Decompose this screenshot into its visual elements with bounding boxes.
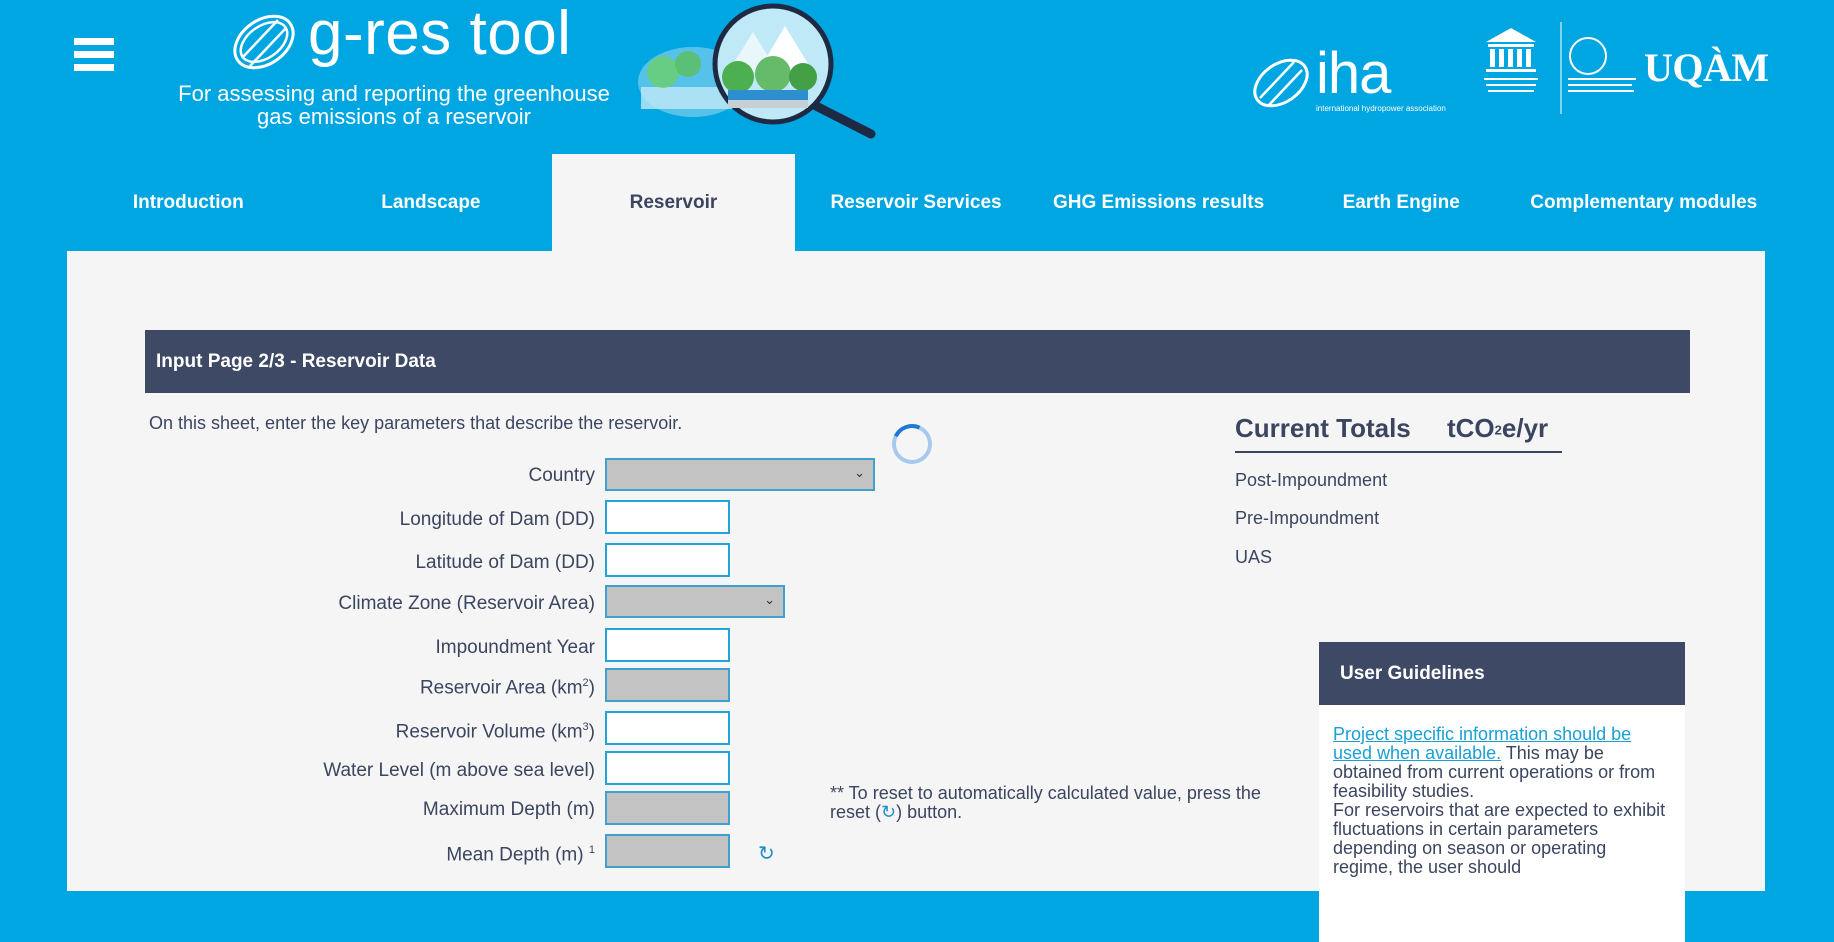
app-name: g-res tool xyxy=(308,0,572,68)
longitude-label: Longitude of Dam (DD) xyxy=(399,509,595,530)
max-depth-input[interactable] xyxy=(605,791,730,825)
country-select[interactable]: ⌄ xyxy=(605,458,875,491)
content-panel: Input Page 2/3 - Reservoir Data On this … xyxy=(67,251,1765,942)
impoundment-year-label: Impoundment Year xyxy=(435,637,595,658)
reset-inline-icon: ↻ xyxy=(881,802,897,822)
reservoir-area-input[interactable] xyxy=(605,668,730,702)
tab-reservoir-services[interactable]: Reservoir Services xyxy=(795,154,1038,251)
pre-impoundment-label: Pre-Impoundment xyxy=(1235,508,1380,528)
reset-note: ** To reset to automatically calculated … xyxy=(830,783,1261,822)
mean-depth-input[interactable] xyxy=(605,834,730,868)
tab-earth-engine[interactable]: Earth Engine xyxy=(1280,154,1523,251)
totals-unit: tCO2e/yr xyxy=(1447,413,1549,443)
longitude-input[interactable] xyxy=(605,500,730,534)
mean-depth-label: Mean Depth (m) 1 xyxy=(446,844,595,866)
iha-logo[interactable]: iha international hydropower association xyxy=(1248,41,1463,118)
main-tabs: Introduction Landscape Reservoir Reservo… xyxy=(67,154,1765,251)
section-intro: On this sheet, enter the key parameters … xyxy=(149,413,683,433)
tab-landscape[interactable]: Landscape xyxy=(310,154,553,251)
tab-complementary-modules[interactable]: Complementary modules xyxy=(1522,154,1765,251)
latitude-label: Latitude of Dam (DD) xyxy=(415,552,595,573)
climate-zone-label: Climate Zone (Reservoir Area) xyxy=(338,593,595,614)
chevron-down-icon: ⌄ xyxy=(854,465,865,480)
current-totals-header: Current Totals tCO2e/yr xyxy=(1235,413,1562,453)
reservoir-magnifier-illustration xyxy=(633,2,913,140)
uas-label: UAS xyxy=(1235,547,1273,567)
country-label: Country xyxy=(528,465,595,486)
loading-spinner-icon xyxy=(886,418,938,470)
water-level-label: Water Level (m above sea level) xyxy=(323,760,595,781)
latitude-input[interactable] xyxy=(605,543,730,577)
reservoir-volume-label: Reservoir Volume (km3) xyxy=(395,721,595,743)
impoundment-year-input[interactable] xyxy=(605,628,730,662)
g-res-logo[interactable]: g-res tool xyxy=(228,0,571,70)
reset-icon[interactable]: ↻ xyxy=(758,841,775,866)
user-guidelines-title: User Guidelines xyxy=(1319,642,1685,705)
reservoir-area-label: Reservoir Area (km2) xyxy=(419,677,595,699)
post-impoundment-label: Post-Impoundment xyxy=(1235,470,1388,490)
iha-name: iha xyxy=(1316,41,1391,106)
tab-reservoir[interactable]: Reservoir xyxy=(552,154,795,251)
reservoir-volume-input[interactable] xyxy=(605,711,730,745)
tab-introduction[interactable]: Introduction xyxy=(67,154,310,251)
hamburger-menu-icon[interactable] xyxy=(74,38,114,74)
water-level-input[interactable] xyxy=(605,751,730,785)
tab-ghg-emissions-results[interactable]: GHG Emissions results xyxy=(1037,154,1280,251)
max-depth-label: Maximum Depth (m) xyxy=(422,799,595,820)
tagline: For assessing and reporting the greenhou… xyxy=(178,81,610,129)
user-guidelines-box: User Guidelines Project specific informa… xyxy=(1319,642,1685,942)
chevron-down-icon: ⌄ xyxy=(764,592,775,607)
unesco-unitwin-logo[interactable] xyxy=(1476,22,1666,114)
user-guidelines-body: Project specific information should be u… xyxy=(1333,724,1666,877)
section-title: Input Page 2/3 - Reservoir Data xyxy=(145,330,1690,393)
climate-zone-select[interactable]: ⌄ xyxy=(605,585,785,618)
iha-subtitle: international hydropower association xyxy=(1316,104,1446,113)
uqam-logo[interactable]: UQÀM xyxy=(1644,44,1769,91)
